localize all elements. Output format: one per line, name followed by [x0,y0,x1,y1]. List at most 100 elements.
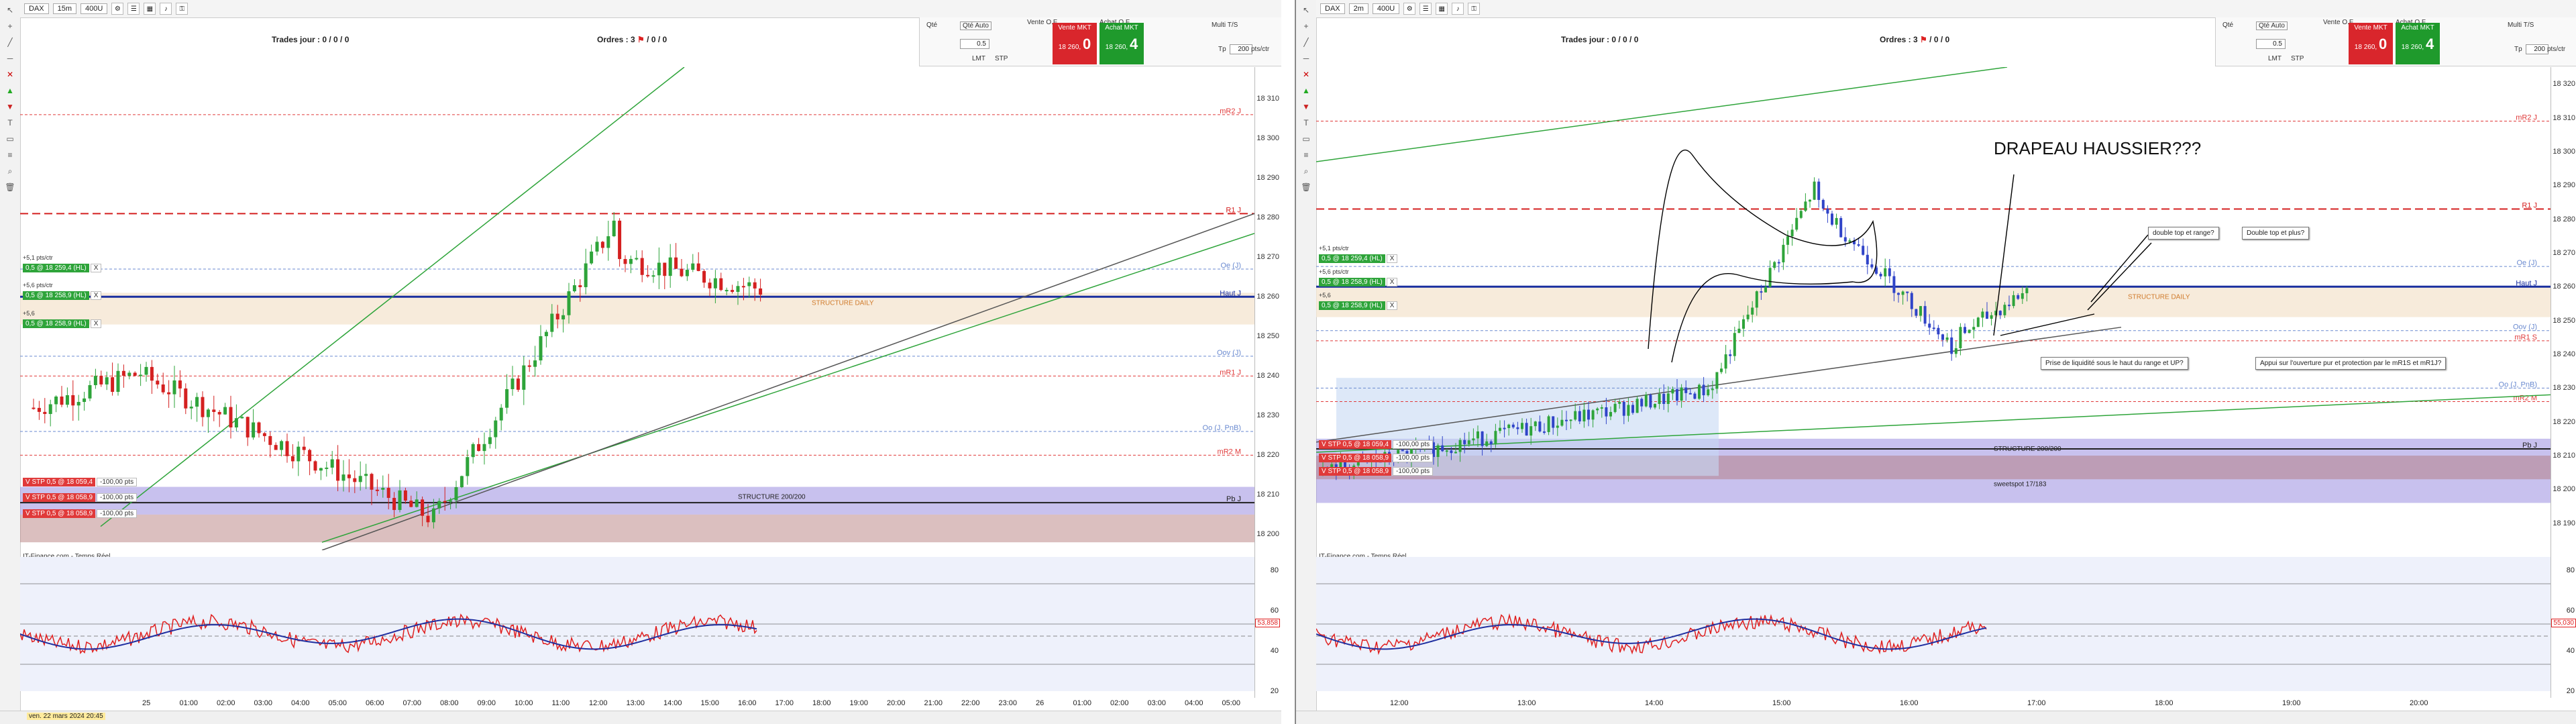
close-position-button[interactable]: X [90,319,102,328]
lmt-button[interactable]: LMT [972,55,985,62]
list-icon[interactable]: ☰ [1419,3,1432,15]
delete-icon[interactable]: 🗑 [4,181,16,193]
close-position-button[interactable]: X [90,263,102,272]
hline-icon[interactable]: ─ [4,52,16,64]
candle-body [1445,450,1448,452]
position-tag[interactable]: 0,5 @ 18 258,9 (HL) X [23,319,102,328]
candle-body [319,468,323,471]
sell-icon[interactable]: ▼ [1300,101,1312,113]
stop-tag[interactable]: V STP 0,5 @ 18 059,4 -100,00 pts [23,477,138,486]
trendline-icon[interactable]: ╱ [4,36,16,48]
price-tick: 18 270 [2553,248,2575,257]
rect-icon[interactable]: ▭ [1300,133,1312,145]
qty-auto[interactable]: Qté Auto [960,21,991,30]
candle-body [1910,293,1913,309]
indicator-value: 53,858 [1255,619,1280,627]
close-position-button[interactable]: X [90,291,102,301]
buy-price: 18 260, [1105,44,1128,51]
grid-icon[interactable]: ▦ [144,3,156,15]
crosshair-icon[interactable]: + [4,20,16,32]
candle-body [65,395,69,405]
stop-tag[interactable]: V STP 0,5 @ 18 058,9 -100,00 pts [1319,467,1434,476]
stp-button[interactable]: STP [2291,55,2304,62]
list-icon[interactable]: ☰ [127,3,140,15]
left-indicator-panel[interactable] [20,557,1254,691]
candle-body [156,380,160,384]
position-tag[interactable]: 0,5 @ 18 259,4 (HL) X [1319,254,1398,263]
candle-body [1596,408,1599,411]
right-indicator-panel[interactable] [1316,557,2551,691]
callout-note[interactable]: double top et range? [2148,227,2219,240]
cursor-icon[interactable]: ↖ [1300,4,1312,16]
position-tag[interactable]: 0,5 @ 18 258,9 (HL) X [1319,301,1398,311]
close-icon[interactable]: ✕ [1300,68,1312,81]
lock-icon[interactable]: ⚿ [176,3,189,15]
text-icon[interactable]: T [1300,117,1312,129]
settings-icon[interactable]: ⚙ [1403,3,1416,15]
candle-body [1485,441,1489,446]
zoom-icon[interactable]: ⌕ [1300,165,1312,177]
sell-market-button[interactable]: Vente MKT 18 260, 0 [1053,23,1097,64]
qty-input[interactable]: 0.5 [2256,39,2286,49]
text-icon[interactable]: T [4,117,16,129]
timeframe-select[interactable]: 15m [52,3,77,14]
candle-body [719,278,723,291]
stop-tag[interactable]: V STP 0,5 @ 18 058,9 -100,00 pts [23,493,138,503]
buy-icon[interactable]: ▲ [1300,85,1312,97]
stop-tag[interactable]: V STP 0,5 @ 18 058,9 -100,00 pts [23,509,138,518]
buy-market-button[interactable]: Achat MKT 18 260, 4 [1099,23,1144,64]
ticks-select[interactable]: 400U [80,3,108,14]
ticks-select[interactable]: 400U [1372,3,1400,14]
close-position-button[interactable]: X [1386,254,1398,263]
callout-note[interactable]: Prise de liquidité sous le haut du range… [2041,357,2188,370]
buy-market-button[interactable]: Achat MKT 18 260, 4 [2396,23,2440,64]
grid-icon[interactable]: ▦ [1436,3,1448,15]
multi-ts-label[interactable]: Multi T/S [1212,21,1238,29]
lmt-button[interactable]: LMT [2268,55,2282,62]
close-position-button[interactable]: X [1386,278,1398,287]
stop-tag[interactable]: V STP 0,5 @ 18 059,4 -100,00 pts [1319,439,1434,449]
symbol-select[interactable]: DAX [24,3,49,14]
stp-button[interactable]: STP [995,55,1008,62]
left-price-chart[interactable]: mR2 J R1 J Oe (J) Haut J Oov (J) mR1 J Oo (J, … [20,67,1254,550]
qty-label: Qté [2222,21,2234,29]
date-label: ven. 22 mars 2024 20:45 [27,713,105,720]
tp-input[interactable]: 200 [2526,44,2548,54]
position-tag[interactable]: 0,5 @ 18 258,9 (HL) X [23,291,102,301]
trendline-icon[interactable]: ╱ [1300,36,1312,48]
candle-body [381,488,385,490]
sell-icon[interactable]: ▼ [4,101,16,113]
fib-icon[interactable]: ≡ [4,149,16,161]
symbol-select[interactable]: DAX [1320,3,1345,14]
lock-icon[interactable]: ⚿ [1468,3,1481,15]
position-tag[interactable]: 0,5 @ 18 259,4 (HL) X [23,263,102,272]
position-tag[interactable]: 0,5 @ 18 258,9 (HL) X [1319,278,1398,287]
crosshair-icon[interactable]: + [1300,20,1312,32]
cursor-icon[interactable]: ↖ [4,4,16,16]
hline-icon[interactable]: ─ [1300,52,1312,64]
buy-icon[interactable]: ▲ [4,85,16,97]
close-position-button[interactable]: X [1386,301,1398,311]
stop-tag[interactable]: V STP 0,5 @ 18 058,9 -100,00 pts [1319,454,1434,463]
trades-day: Trades jour : 0 / 0 / 0 [1561,35,1639,44]
rect-icon[interactable]: ▭ [4,133,16,145]
level-label: Pb J [1226,495,1241,503]
price-tick: 18 220 [2553,417,2575,426]
bell-icon[interactable]: ♪ [160,3,172,15]
fib-icon[interactable]: ≡ [1300,149,1312,161]
time-tick: 10:00 [515,699,533,707]
right-price-chart[interactable]: mR2 J R1 J Oe (J) Haut J Oov (J) mR1 S Oo (J, … [1316,67,2551,550]
settings-icon[interactable]: ⚙ [111,3,124,15]
multi-ts-label[interactable]: Multi T/S [2508,21,2534,29]
callout-note[interactable]: Appui sur l'ouverture pur et protection … [2255,357,2447,370]
close-icon[interactable]: ✕ [4,68,16,81]
delete-icon[interactable]: 🗑 [1300,181,1312,193]
tp-input[interactable]: 200 [1230,44,1252,54]
bell-icon[interactable]: ♪ [1452,3,1464,15]
qty-auto[interactable]: Qté Auto [2256,21,2288,30]
qty-input[interactable]: 0.5 [960,39,989,49]
timeframe-select[interactable]: 2m [1348,3,1368,14]
zoom-icon[interactable]: ⌕ [4,165,16,177]
callout-note[interactable]: Double top et plus? [2242,227,2310,240]
sell-market-button[interactable]: Vente MKT 18 260, 0 [2349,23,2393,64]
